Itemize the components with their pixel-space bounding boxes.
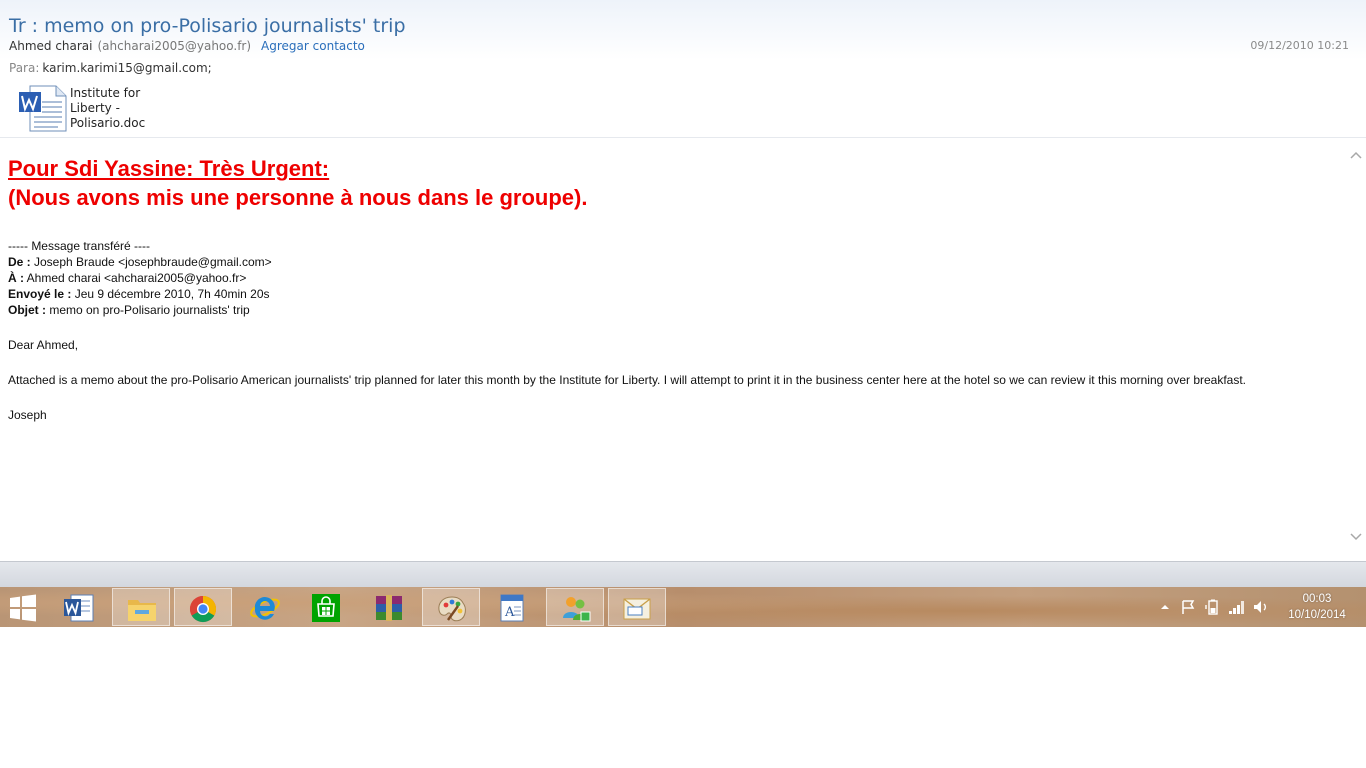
wordpad-icon: A: [500, 594, 524, 622]
taskbar-internet-explorer[interactable]: [236, 588, 294, 626]
de-label: De :: [8, 255, 31, 269]
de-row: De : Joseph Braude <josephbraude@gmail.c…: [8, 254, 1328, 270]
word-icon: [64, 594, 94, 622]
windows-logo-icon: [10, 594, 36, 622]
forwarded-message: ----- Message transféré ---- De : Joseph…: [8, 238, 1328, 423]
taskbar-wordpad[interactable]: A: [484, 588, 542, 626]
mail-window-icon: [623, 598, 651, 620]
message-header: Tr : memo on pro-Polisario journalists' …: [0, 0, 1366, 138]
taskbar-paint[interactable]: [422, 588, 480, 626]
envoye-value: Jeu 9 décembre 2010, 7h 40min 20s: [71, 287, 270, 301]
a-value: Ahmed charai <ahcharai2005@yahoo.fr>: [24, 271, 247, 285]
clock-date: 10/10/2014: [1288, 609, 1346, 621]
objet-row: Objet : memo on pro-Polisario journalist…: [8, 302, 1328, 318]
a-label: À :: [8, 271, 24, 285]
window-status-strip: [0, 561, 1366, 588]
taskbar-file-explorer[interactable]: [112, 588, 170, 626]
greeting: Dear Ahmed,: [8, 338, 79, 352]
battery-icon[interactable]: [1205, 599, 1221, 615]
taskbar-word[interactable]: [50, 588, 108, 626]
taskbar-store[interactable]: [298, 588, 356, 626]
signature: Joseph: [8, 408, 47, 422]
system-tray: [1155, 587, 1280, 627]
network-signal-icon[interactable]: [1228, 599, 1246, 615]
file-explorer-icon: [128, 600, 156, 621]
sender-line: Ahmed charai (ahcharai2005@yahoo.fr) Agreg…: [9, 39, 365, 53]
to-label: Para:: [9, 61, 40, 75]
paint-icon: [438, 596, 466, 622]
word-document-icon: [19, 85, 67, 132]
recipient-address[interactable]: karim.karimi15@gmail.com;: [42, 61, 211, 75]
urgent-line-1: Pour Sdi Yassine: Très Urgent:: [8, 156, 330, 181]
show-hidden-icons-icon[interactable]: [1160, 603, 1170, 611]
sender-email: (ahcharai2005@yahoo.fr): [97, 39, 252, 53]
svg-text:A: A: [504, 605, 515, 620]
message-date: 09/12/2010 10:21: [1250, 39, 1349, 52]
taskbar-clock[interactable]: 00:03 10/10/2014: [1282, 591, 1352, 623]
taskbar: A 00:03 10/10/2014: [0, 587, 1366, 627]
message-subject: Tr : memo on pro-Polisario journalists' …: [9, 15, 406, 37]
start-button[interactable]: [0, 588, 48, 626]
taskbar-messenger[interactable]: [546, 588, 604, 626]
a-row: À : Ahmed charai <ahcharai2005@yahoo.fr>: [8, 270, 1328, 286]
recipient-line: Para: karim.karimi15@gmail.com;: [9, 61, 212, 75]
envoye-row: Envoyé le : Jeu 9 décembre 2010, 7h 40mi…: [8, 286, 1328, 302]
taskbar-winrar[interactable]: [360, 588, 418, 626]
objet-label: Objet :: [8, 303, 46, 317]
taskbar-mail-window[interactable]: [608, 588, 666, 626]
scroll-up-arrow-icon[interactable]: [1350, 150, 1362, 160]
attachment[interactable]: Institute for Liberty - Polisario.doc: [18, 84, 168, 134]
store-icon: [312, 594, 340, 622]
add-contact-link[interactable]: Agregar contacto: [261, 39, 365, 53]
forwarded-header: ----- Message transféré ----: [8, 239, 151, 253]
sender-name[interactable]: Ahmed charai: [9, 39, 93, 53]
messenger-icon: [563, 597, 591, 622]
envoye-label: Envoyé le :: [8, 287, 72, 301]
winrar-icon: [376, 595, 402, 621]
action-center-flag-icon[interactable]: [1180, 599, 1196, 615]
body-paragraph: Attached is a memo about the pro-Polisar…: [8, 373, 1247, 387]
chrome-icon: [189, 595, 217, 623]
objet-value: memo on pro-Polisario journalists' trip: [46, 303, 250, 317]
taskbar-chrome[interactable]: [174, 588, 232, 626]
attachment-filename[interactable]: Institute for Liberty - Polisario.doc: [70, 86, 160, 131]
de-value: Joseph Braude <josephbraude@gmail.com>: [30, 255, 272, 269]
internet-explorer-icon: [250, 597, 280, 620]
urgent-line-2: (Nous avons mis une personne à nous dans…: [8, 185, 588, 210]
volume-icon[interactable]: [1253, 599, 1269, 615]
vertical-scrollbar[interactable]: [1346, 138, 1366, 561]
clock-time: 00:03: [1302, 593, 1332, 605]
message-body: Pour Sdi Yassine: Très Urgent: (Nous avo…: [0, 138, 1346, 561]
scroll-down-arrow-icon[interactable]: [1350, 532, 1362, 542]
urgent-note: Pour Sdi Yassine: Très Urgent: (Nous avo…: [8, 154, 587, 212]
